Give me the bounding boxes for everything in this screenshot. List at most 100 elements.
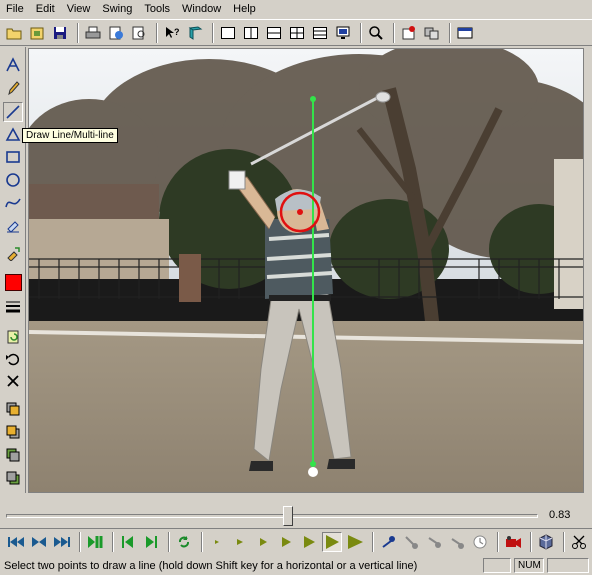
speed-7-icon[interactable] [345,532,365,552]
toolbar-separator [393,22,395,43]
eraser-tool-icon[interactable] [3,216,23,236]
record-icon[interactable] [399,23,419,43]
club-pose-1-icon[interactable] [378,532,398,552]
circle-tool-icon[interactable] [3,170,23,190]
frame-slider-row: 0.83 [0,502,592,528]
help-cursor-icon[interactable]: ? [162,23,182,43]
layout-single-icon[interactable] [218,23,238,43]
export-icon[interactable] [106,23,126,43]
main-toolbar: ? [0,19,592,46]
fence-pillar [179,254,201,302]
frame-time-value: 0.83 [549,509,571,521]
toolbar-separator [212,22,214,43]
golf-club-head [375,91,391,103]
speed-1-icon[interactable] [207,532,227,552]
playbar-separator [497,531,499,552]
delete-icon[interactable] [3,371,23,391]
video-frame[interactable] [29,49,583,492]
playback-toolbar [0,528,592,554]
skip-first-icon[interactable] [6,532,26,552]
text-tool-icon[interactable] [3,55,23,75]
speed-6-icon[interactable] [322,531,342,552]
menu-file[interactable]: File [0,0,30,19]
rectangle-tool-icon[interactable] [3,147,23,167]
menu-edit[interactable]: Edit [30,0,61,19]
monitor-icon[interactable] [333,23,353,43]
layer-1-icon[interactable] [3,399,23,419]
book-icon[interactable] [185,23,205,43]
clock-icon[interactable] [470,532,490,552]
drawing-tools-palette [0,47,26,493]
speed-4-icon[interactable] [276,532,296,552]
toolbar-separator [360,22,362,43]
undo-icon[interactable] [3,349,23,369]
fast-forward-icon[interactable] [52,532,72,552]
menu-swing[interactable]: Swing [96,0,138,19]
layer-2-icon[interactable] [3,422,23,442]
scissors-icon[interactable] [569,532,589,552]
speed-3-icon[interactable] [253,532,273,552]
timeline-icon[interactable] [455,23,475,43]
guide-line-end-point[interactable] [310,461,316,467]
save-icon[interactable] [50,23,70,43]
club-pose-4-icon[interactable] [447,532,467,552]
layer-4-icon[interactable] [3,468,23,488]
svg-text:?: ? [174,27,180,37]
playbar-separator [168,531,170,552]
menu-bar: File Edit View Swing Tools Window Help [0,0,592,19]
layout-grid-icon[interactable] [287,23,307,43]
layout-two-horizontal-icon[interactable] [264,23,284,43]
frame-slider-thumb[interactable] [283,506,293,526]
step-back-frame-icon[interactable] [29,532,49,552]
fill-tool-icon[interactable] [3,243,23,263]
curve-tool-icon[interactable] [3,193,23,213]
line-width-icon[interactable] [3,296,23,316]
video-viewport[interactable] [28,48,584,493]
frame-slider-track[interactable] [6,514,538,518]
playbar-separator [79,531,81,552]
menu-help[interactable]: Help [227,0,262,19]
playbar-separator [372,531,374,552]
playbar-separator [530,531,532,552]
layer-3-icon[interactable] [3,445,23,465]
playbar-separator [201,531,203,552]
menu-window[interactable]: Window [176,0,227,19]
loop-icon[interactable] [174,532,194,552]
speed-2-icon[interactable] [230,532,250,552]
open-folder-icon[interactable] [4,23,24,43]
zoom-icon[interactable] [366,23,386,43]
status-bar: Select two points to draw a line (hold d… [0,556,592,575]
next-mark-icon[interactable] [141,532,161,552]
layout-wide-icon[interactable] [310,23,330,43]
status-message: Select two points to draw a line (hold d… [4,559,418,572]
club-pose-2-icon[interactable] [401,532,421,552]
building-right [554,159,583,309]
menu-view[interactable]: View [61,0,97,19]
refresh-icon[interactable] [3,327,23,347]
print-icon[interactable] [83,23,103,43]
fairway [29,321,583,492]
toolbar-separator [77,22,79,43]
cube-icon[interactable] [536,532,556,552]
status-pane-empty [547,558,589,573]
layout-two-vertical-icon[interactable] [241,23,261,43]
num-lock-indicator: NUM [514,558,544,573]
camera-icon[interactable] [503,532,523,552]
head-position-center[interactable] [297,209,303,215]
compare-icon[interactable] [422,23,442,43]
club-pose-3-icon[interactable] [424,532,444,552]
line-tool-icon[interactable] [3,102,23,122]
color-swatch-icon[interactable] [3,272,23,292]
menu-tools[interactable]: Tools [138,0,176,19]
play-pause-icon[interactable] [85,532,105,552]
pencil-tool-icon[interactable] [3,78,23,98]
angle-tool-icon[interactable] [3,124,23,144]
new-file-icon[interactable] [27,23,47,43]
print-preview-icon[interactable] [129,23,149,43]
previous-mark-icon[interactable] [118,532,138,552]
speed-5-icon[interactable] [299,532,319,552]
toolbar-separator [449,22,451,43]
guide-line-start-point[interactable] [310,96,316,102]
toolbar-separator [156,22,158,43]
status-pane-empty [483,558,511,573]
